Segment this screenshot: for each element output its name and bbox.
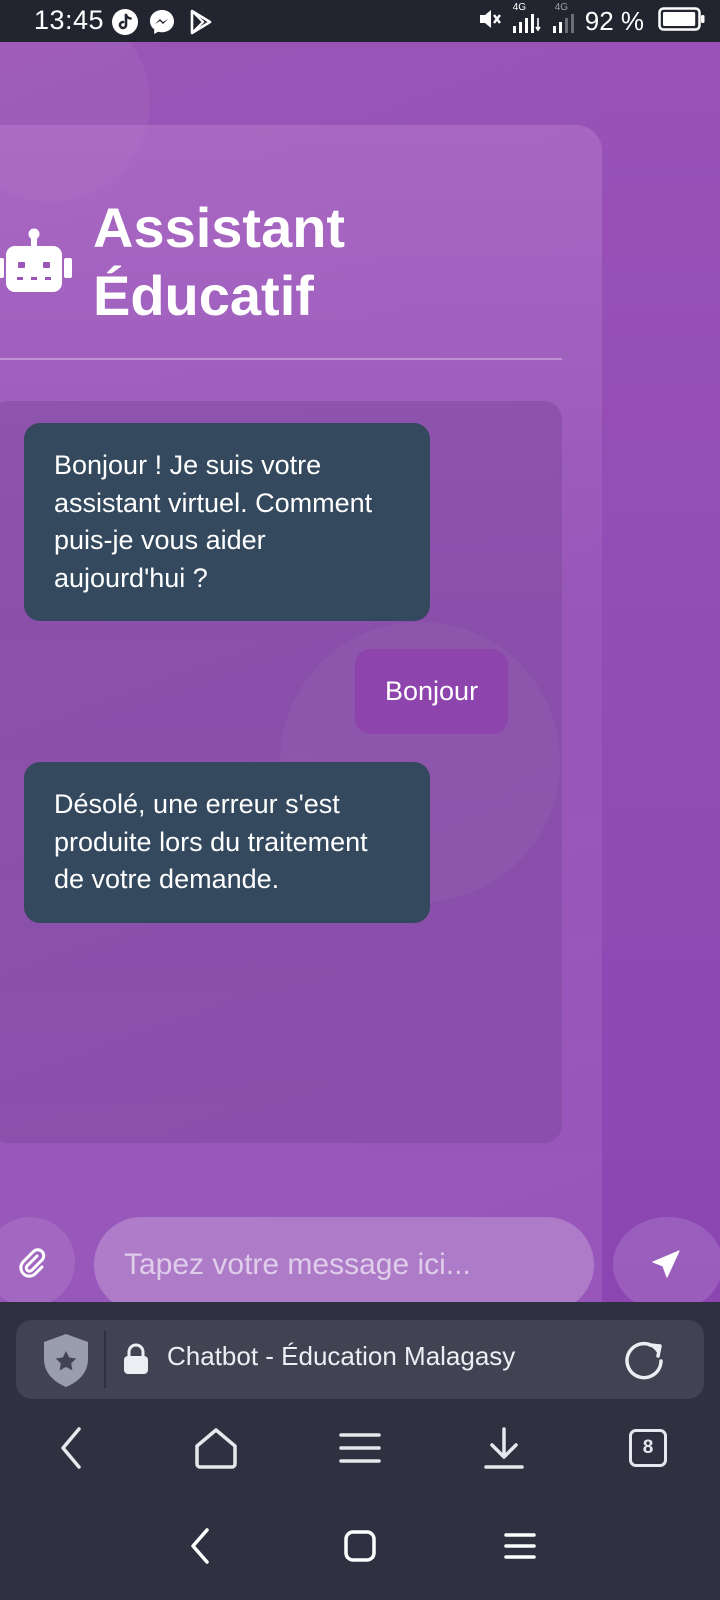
chat-title-line1: Assistant: [93, 196, 346, 259]
menu-icon: [339, 1433, 381, 1463]
tabs-button[interactable]: 8: [608, 1408, 688, 1488]
address-bar[interactable]: Chatbot - Éducation Malagasy: [16, 1320, 704, 1399]
tiktok-icon: [111, 8, 139, 36]
address-bar-separator: [104, 1331, 106, 1388]
system-back-button[interactable]: [160, 1506, 240, 1586]
send-icon: [652, 1250, 680, 1278]
chat-title-line2: Éducatif: [93, 264, 314, 327]
home-icon: [195, 1428, 237, 1469]
system-home-icon: [344, 1530, 376, 1562]
page-background-strip: [601, 42, 720, 1302]
bot-message: Désolé, une erreur s'est produite lors d…: [24, 762, 430, 923]
signal-icon-2: 4G: [549, 2, 579, 38]
chat-title: Assistant Éducatif: [93, 194, 533, 330]
menu-button[interactable]: [320, 1408, 400, 1488]
back-button[interactable]: [32, 1408, 112, 1488]
system-back-icon: [191, 1528, 209, 1564]
bot-message: Bonjour ! Je suis votre assistant virtue…: [24, 423, 430, 621]
shield-icon[interactable]: [38, 1331, 94, 1389]
browser-toolbar: Chatbot - Éducation Malagasy 8: [0, 1302, 720, 1490]
system-recents-button[interactable]: [480, 1506, 560, 1586]
signal-icon: 4G: [509, 2, 543, 38]
user-message: Bonjour: [355, 649, 509, 734]
browser-nav-row: 8: [0, 1408, 720, 1488]
mute-icon: [477, 6, 503, 37]
battery-percent: 92 %: [584, 5, 644, 36]
paperclip-icon: [19, 1248, 46, 1278]
web-page-viewport[interactable]: Assistant Éducatif Bonjour ! Je suis vot…: [0, 42, 720, 1302]
home-button[interactable]: [176, 1408, 256, 1488]
page-title[interactable]: Chatbot - Éducation Malagasy: [167, 1341, 515, 1372]
download-icon: [484, 1427, 524, 1469]
back-icon: [61, 1427, 81, 1469]
message-input[interactable]: [94, 1217, 594, 1302]
robot-icon: [0, 226, 76, 306]
download-button[interactable]: [464, 1408, 544, 1488]
title-divider: [0, 358, 562, 360]
reload-icon: [625, 1341, 663, 1380]
system-navigation-bar: [0, 1490, 720, 1600]
reload-button[interactable]: [620, 1335, 668, 1383]
battery-icon: [658, 6, 706, 37]
system-recents-icon: [504, 1533, 536, 1559]
lock-icon: [122, 1343, 150, 1375]
system-home-button[interactable]: [320, 1506, 400, 1586]
status-bar: 13:45 4G 4G 92 %: [0, 0, 720, 42]
play-store-icon: [187, 8, 215, 36]
messenger-icon: [148, 8, 176, 36]
status-indicators: 4G 4G 92 %: [477, 2, 706, 38]
send-button[interactable]: [613, 1217, 720, 1302]
tabs-icon: 8: [629, 1429, 667, 1467]
status-time: 13:45: [34, 5, 105, 35]
